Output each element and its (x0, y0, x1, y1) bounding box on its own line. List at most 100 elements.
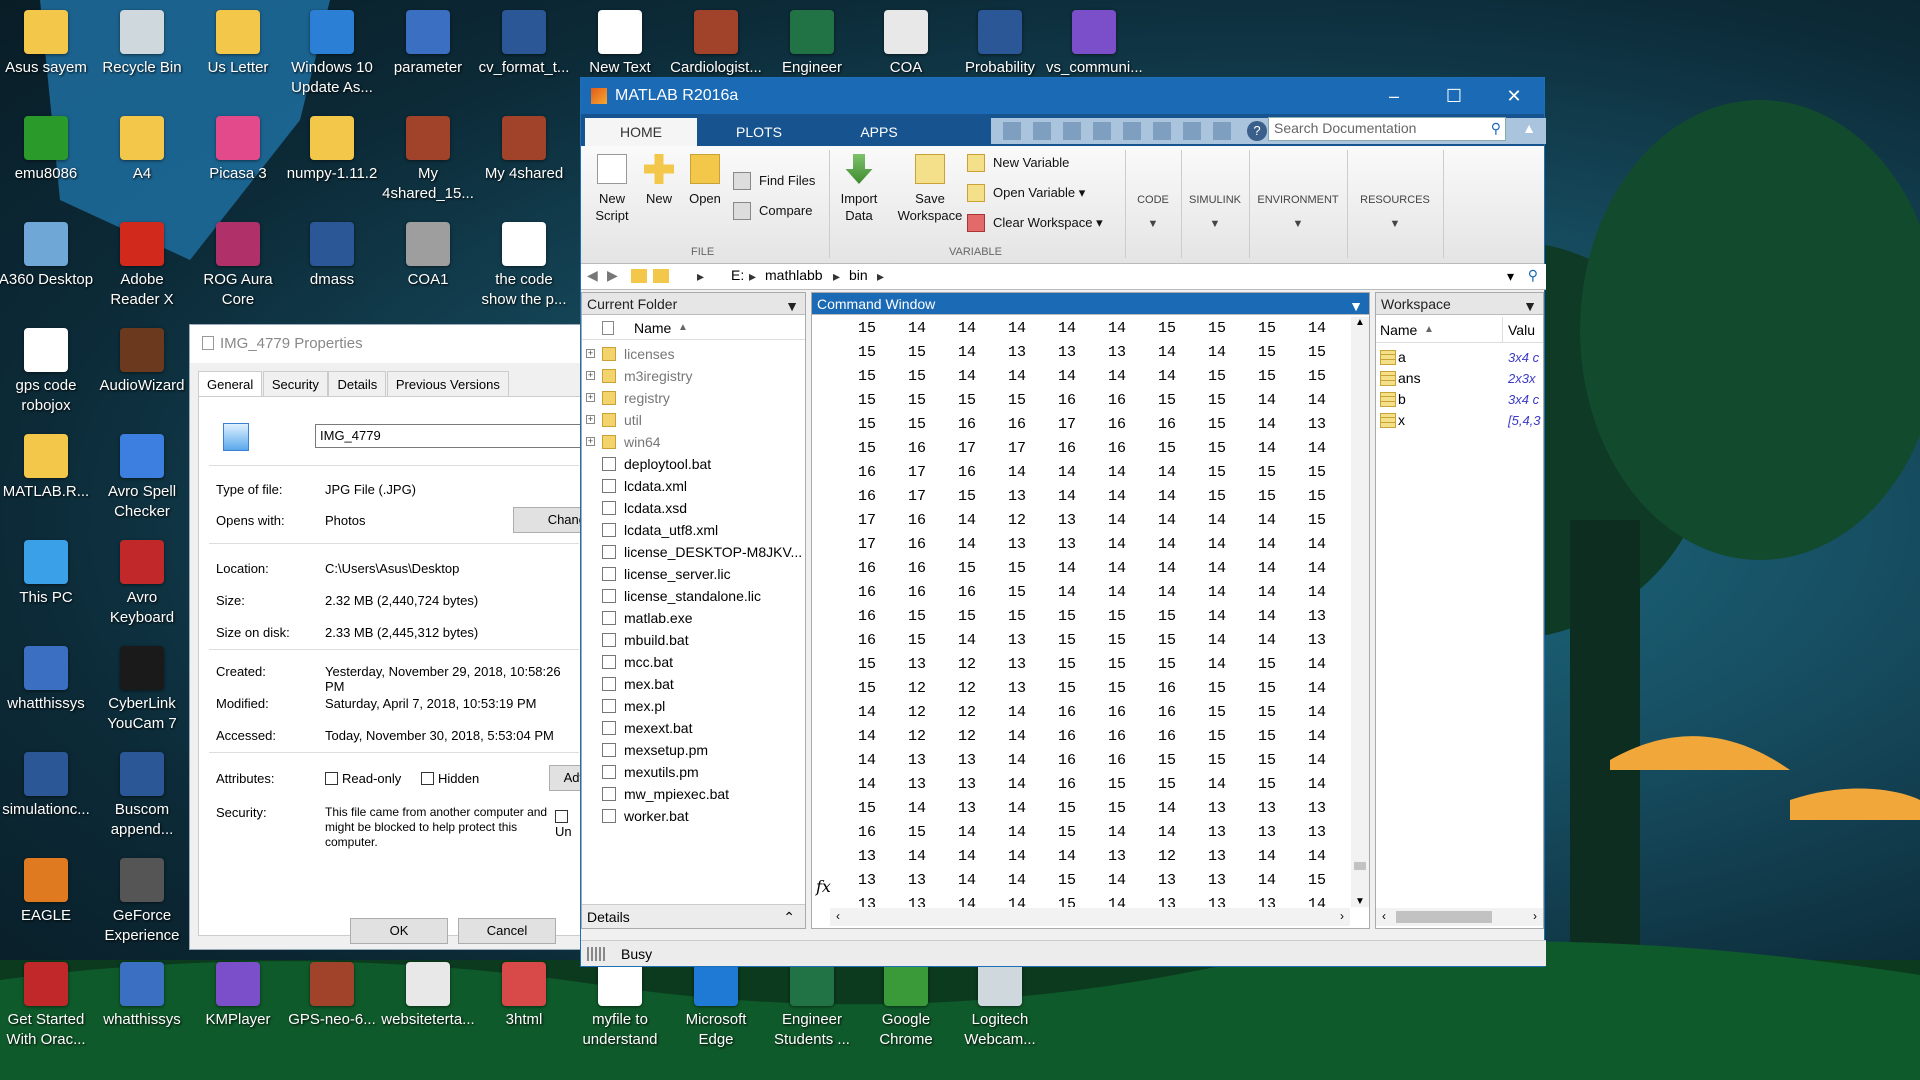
folder-list-item[interactable]: + licenses (582, 343, 802, 365)
tab-apps[interactable]: APPS (821, 118, 937, 146)
desktop-icon[interactable]: A4 (94, 110, 190, 214)
desktop-icon[interactable]: Avro Spell Checker (94, 428, 190, 532)
panel-menu-icon[interactable]: ▼ (1349, 295, 1363, 317)
folder-list-item[interactable]: + m3iregistry (582, 365, 802, 387)
desktop-icon[interactable]: GPS-neo-6... (284, 956, 380, 1060)
browse-folder-icon[interactable] (653, 269, 669, 283)
hidden-checkbox[interactable]: Hidden (421, 771, 479, 786)
cancel-button[interactable]: Cancel (458, 918, 556, 944)
expand-icon[interactable]: + (586, 349, 595, 358)
path-segment-mathlabb[interactable]: mathlabb (765, 267, 823, 283)
vertical-scrollbar[interactable]: ▲ ▼ (1351, 317, 1369, 907)
desktop-icon[interactable]: GeForce Experience (94, 852, 190, 956)
desktop-icon[interactable]: This PC (0, 534, 94, 638)
panel-menu-icon[interactable]: ▼ (785, 295, 799, 317)
folder-list-item[interactable]: deploytool.bat (582, 453, 802, 475)
desktop-icon[interactable]: 3html (476, 956, 572, 1060)
filename-field[interactable]: IMG_4779 (315, 424, 585, 448)
workspace-variable[interactable]: x [5,4,3 (1376, 410, 1543, 431)
expand-icon[interactable]: + (586, 371, 595, 380)
tab-security[interactable]: Security (262, 371, 328, 397)
tab-plots[interactable]: PLOTS (701, 118, 817, 146)
desktop-icon[interactable]: cv_format_t... (476, 4, 572, 108)
desktop-icon[interactable]: COA1 (380, 216, 476, 320)
minimize-icon[interactable]: – (1364, 78, 1424, 114)
find-files-button[interactable]: Find Files (733, 170, 815, 192)
desktop-icon[interactable]: A360 Desktop (0, 216, 94, 320)
command-window-panel[interactable]: Command Window ▼ 15 14 14 14 14 14 15 15 15 14 15 15… (811, 292, 1370, 929)
scroll-up-icon[interactable]: ▲ (1351, 317, 1369, 328)
scroll-left-icon[interactable]: ‹ (836, 909, 840, 923)
panel-menu-icon[interactable]: ▼ (1523, 295, 1537, 317)
folder-list-item[interactable]: mexsetup.pm (582, 739, 802, 761)
desktop-icon[interactable]: Microsoft Edge (668, 956, 764, 1060)
desktop-icon[interactable]: ROG Aura Core (190, 216, 286, 320)
path-segment-drive[interactable]: E: (731, 267, 744, 283)
desktop-icon[interactable]: Recycle Bin (94, 4, 190, 108)
desktop-icon[interactable]: My 4shared (476, 110, 572, 214)
expand-icon[interactable]: + (586, 393, 595, 402)
desktop-icon[interactable]: Get Started With Orac... (0, 956, 94, 1060)
ok-button[interactable]: OK (350, 918, 448, 944)
horizontal-scrollbar[interactable]: ‹ › (830, 908, 1350, 926)
scroll-right-icon[interactable]: › (1340, 909, 1344, 923)
collapse-ribbon-icon[interactable]: ▲ (1522, 120, 1536, 136)
new-button[interactable]: New (639, 154, 679, 207)
folder-list-item[interactable]: license_standalone.lic (582, 585, 802, 607)
folder-list-item[interactable]: worker.bat (582, 805, 802, 827)
desktop-icon[interactable]: numpy-1.11.2 (284, 110, 380, 214)
compare-button[interactable]: Compare (733, 200, 812, 222)
folder-list-item[interactable]: mcc.bat (582, 651, 802, 673)
desktop-icon[interactable]: KMPlayer (190, 956, 286, 1060)
folder-list-item[interactable]: mbuild.bat (582, 629, 802, 651)
desktop-icon[interactable]: websiteterta... (380, 956, 476, 1060)
folder-list-item[interactable]: lcdata.xsd (582, 497, 802, 519)
desktop-icon[interactable]: Adobe Reader X (94, 216, 190, 320)
folder-list-item[interactable]: matlab.exe (582, 607, 802, 629)
desktop-icon[interactable]: Engineer Students ... (764, 956, 860, 1060)
address-bar[interactable]: ◀ ▶ ▸ E: ▸ mathlabb ▸ bin ▸ ▾ ⚲ (581, 264, 1546, 290)
path-search-icon[interactable]: ⚲ (1528, 267, 1538, 284)
expand-icon[interactable]: + (586, 415, 595, 424)
desktop-icon[interactable]: Picasa 3 (190, 110, 286, 214)
desktop-icon[interactable]: Avro Keyboard (94, 534, 190, 638)
tab-general[interactable]: General (198, 371, 263, 399)
folder-list-item[interactable]: lcdata_utf8.xml (582, 519, 802, 541)
resources-group[interactable]: RESOURCES ▼ (1351, 146, 1439, 258)
help-icon[interactable]: ? (1247, 121, 1267, 141)
scroll-thumb[interactable] (1396, 911, 1492, 923)
readonly-checkbox[interactable]: Read-only (325, 771, 401, 786)
desktop-icon[interactable]: whatthissys (0, 640, 94, 744)
folder-list-item[interactable]: license_DESKTOP-M8JKV... (582, 541, 802, 563)
path-segment-bin[interactable]: bin (849, 267, 868, 283)
scroll-right-icon[interactable]: › (1533, 909, 1537, 923)
desktop-icon[interactable]: EAGLE (0, 852, 94, 956)
desktop-icon[interactable]: Asus sayem (0, 4, 94, 108)
desktop-icon[interactable]: Logitech Webcam... (952, 956, 1048, 1060)
folder-list-item[interactable]: lcdata.xml (582, 475, 802, 497)
desktop-icon[interactable]: AudioWizard (94, 322, 190, 426)
folder-list-item[interactable]: mex.pl (582, 695, 802, 717)
code-group[interactable]: CODE ▼ (1129, 146, 1177, 258)
path-dropdown-icon[interactable]: ▾ (1507, 268, 1514, 285)
scroll-thumb[interactable] (1354, 862, 1366, 870)
desktop-icon[interactable]: MATLAB.R... (0, 428, 94, 532)
desktop-icon[interactable]: CyberLink YouCam 7 (94, 640, 190, 744)
desktop-icon[interactable]: Google Chrome (858, 956, 954, 1060)
save-workspace-button[interactable]: Save Workspace (893, 154, 967, 224)
folder-list-item[interactable]: mw_mpiexec.bat (582, 783, 802, 805)
desktop-icon[interactable]: gps code robojox (0, 322, 94, 426)
workspace-variable[interactable]: b 3x4 c (1376, 389, 1543, 410)
quick-access-icons[interactable] (1003, 122, 1243, 140)
desktop-icon[interactable]: Windows 10 Update As... (284, 4, 380, 108)
maximize-icon[interactable]: ☐ (1424, 78, 1484, 114)
desktop-icon[interactable]: the code show the p... (476, 216, 572, 320)
folder-list-item[interactable]: license_server.lic (582, 563, 802, 585)
folder-list-item[interactable]: mexext.bat (582, 717, 802, 739)
fx-icon[interactable]: fx (816, 877, 831, 896)
desktop-icon[interactable]: Buscom append... (94, 746, 190, 850)
simulink-group[interactable]: SIMULINK ▼ (1185, 146, 1245, 258)
desktop-icon[interactable]: emu8086 (0, 110, 94, 214)
tab-home[interactable]: HOME (585, 118, 697, 146)
workspace-column-header[interactable]: Name ▲ Valu (1376, 317, 1543, 343)
